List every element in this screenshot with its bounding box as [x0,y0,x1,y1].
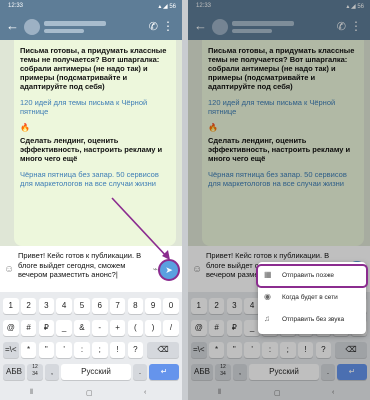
comma-key[interactable]: , [45,364,59,380]
key[interactable]: ₽ [38,320,55,336]
back-arrow-icon[interactable]: ← [6,18,19,33]
key[interactable]: 0 [163,298,179,314]
key[interactable]: " [38,342,55,358]
message-link[interactable]: Чёрная пятница без запар. 50 сервисов дл… [20,170,170,188]
key[interactable]: 1 [3,298,19,314]
screen-left: 12:33 ▴ ◢ 56 ← ✆ ⋮ Письма готовы, а прид… [0,0,182,400]
menu-item-send-later[interactable]: ▦ Отправить позже [256,264,368,288]
key[interactable]: ? [127,342,144,358]
key[interactable]: 3 [38,298,55,314]
key[interactable]: - [92,320,108,336]
key[interactable]: ) [145,320,161,336]
key[interactable]: ! [109,342,126,358]
key[interactable]: ( [127,320,144,336]
status-system: ▴ ◢ 56 [158,4,176,10]
dim-overlay [188,0,370,400]
key[interactable]: # [20,320,37,336]
chat-header: ← ✆ ⋮ [0,14,182,40]
bell-off-icon: ♫ [264,314,270,323]
message-input-bar: ☺ Привет! Кейс готов к публикации. В бло… [0,246,182,292]
backspace-key[interactable]: ⌫ [147,342,179,358]
message-bubble: Письма готовы, а придумать классные темы… [14,40,176,246]
menu-item-label: Отправить позже [282,272,335,279]
send-options-menu: ▦ Отправить позже ◉ Когда будет в сети ♫… [256,262,368,334]
avatar[interactable] [24,19,40,35]
symbols-toggle-key[interactable]: =\< [3,342,19,358]
key[interactable]: 6 [92,298,108,314]
key[interactable]: / [163,320,179,336]
key[interactable]: 7 [109,298,126,314]
menu-item-when-online[interactable]: ◉ Когда будет в сети [258,288,366,308]
key[interactable]: 4 [56,298,72,314]
key[interactable]: 2 [20,298,37,314]
chat-status-blurred [44,29,84,33]
dot-key[interactable]: . [133,364,147,380]
message-link[interactable]: 120 идей для темы письма к Чёрной пятниц… [20,98,170,116]
nav-bar: ⦀ ▢ ‹ [0,388,182,400]
key[interactable]: 5 [74,298,90,314]
status-bar: 12:33 ▴ ◢ 56 [0,0,182,14]
key[interactable]: ' [56,342,72,358]
fire-emoji-icon: 🔥 [20,123,30,132]
chat-name-blurred[interactable] [44,21,106,26]
user-icon: ◉ [264,292,271,301]
back-nav-icon[interactable]: ‹ [144,389,146,396]
calendar-icon: ▦ [264,270,272,279]
home-icon[interactable]: ▢ [86,389,93,397]
key[interactable]: _ [56,320,72,336]
key[interactable]: 9 [145,298,161,314]
menu-item-label: Когда будет в сети [282,294,338,301]
keyboard: 1234567890 @#₽_&-+()/ =\<*"':;!?⌫ АБВ12 … [0,292,182,388]
key[interactable]: ; [92,342,108,358]
recent-apps-icon[interactable]: ⦀ [30,389,33,397]
emoji-icon[interactable]: ☺ [4,264,14,275]
key[interactable]: @ [3,320,19,336]
key[interactable]: : [74,342,90,358]
menu-item-send-silent[interactable]: ♫ Отправить без звука [258,310,366,330]
menu-item-label: Отправить без звука [282,316,345,323]
message-text: Сделать лендинг, оценить эффективность, … [20,136,163,163]
screen-right: 12:33 ▴ ◢ 56 ← ✆ ⋮ Письма готовы, а прид… [188,0,370,400]
message-input[interactable]: Привет! Кейс готов к публикации. В блоге… [18,251,150,280]
key[interactable]: * [20,342,37,358]
enter-key[interactable]: ↵ [149,364,179,380]
status-time: 12:33 [8,3,24,9]
key[interactable]: & [74,320,90,336]
message-area: Письма готовы, а придумать классные темы… [0,40,182,246]
send-button[interactable]: ➤ [158,259,180,281]
abc-key[interactable]: АБВ [3,364,25,380]
phone-icon[interactable]: ✆ [149,20,158,33]
key[interactable]: 8 [127,298,144,314]
key[interactable]: + [109,320,126,336]
more-vert-icon[interactable]: ⋮ [162,19,174,33]
numpad-key[interactable]: 12 34 [27,364,43,380]
space-key[interactable]: Русский [61,364,131,380]
message-text: Письма готовы, а придумать классные темы… [20,46,167,91]
